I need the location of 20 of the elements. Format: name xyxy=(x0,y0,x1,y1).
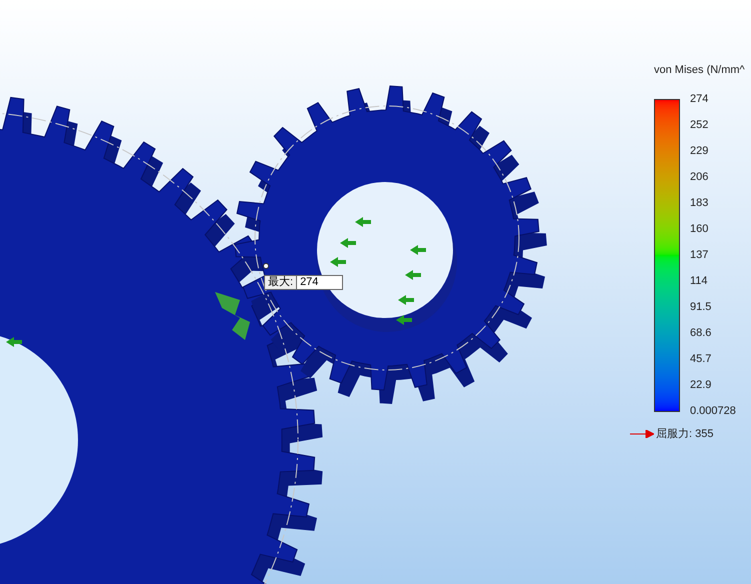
max-value: 274 xyxy=(296,276,342,289)
scale-tick-label: 45.7 xyxy=(690,353,712,366)
scale-tick-label: 91.5 xyxy=(690,301,712,314)
arrow-icon xyxy=(630,430,654,438)
scale-tick-label: 252 xyxy=(690,118,710,131)
scale-tick-label: 206 xyxy=(690,170,710,183)
scale-tick-label: 274 xyxy=(690,92,710,104)
scale-tick-label: 68.6 xyxy=(690,327,712,340)
scale-tick-label: 137 xyxy=(690,248,710,261)
probe-point-icon xyxy=(263,263,269,269)
scale-tick-label: 160 xyxy=(690,222,710,235)
scale-tick-label: 229 xyxy=(690,144,710,157)
load-arrows-icon xyxy=(6,217,426,347)
max-label: 最大: xyxy=(265,276,296,289)
scale-tick-label: 22.9 xyxy=(690,379,712,392)
yield-strength-label: 屈服力: 355 xyxy=(656,426,714,442)
scale-tick-label: 183 xyxy=(690,196,710,209)
legend-title: von Mises (N/mm^ xyxy=(654,63,745,78)
scale-tick-label: 114 xyxy=(690,275,709,288)
scale-tick-label: 0.000728 xyxy=(690,405,736,418)
